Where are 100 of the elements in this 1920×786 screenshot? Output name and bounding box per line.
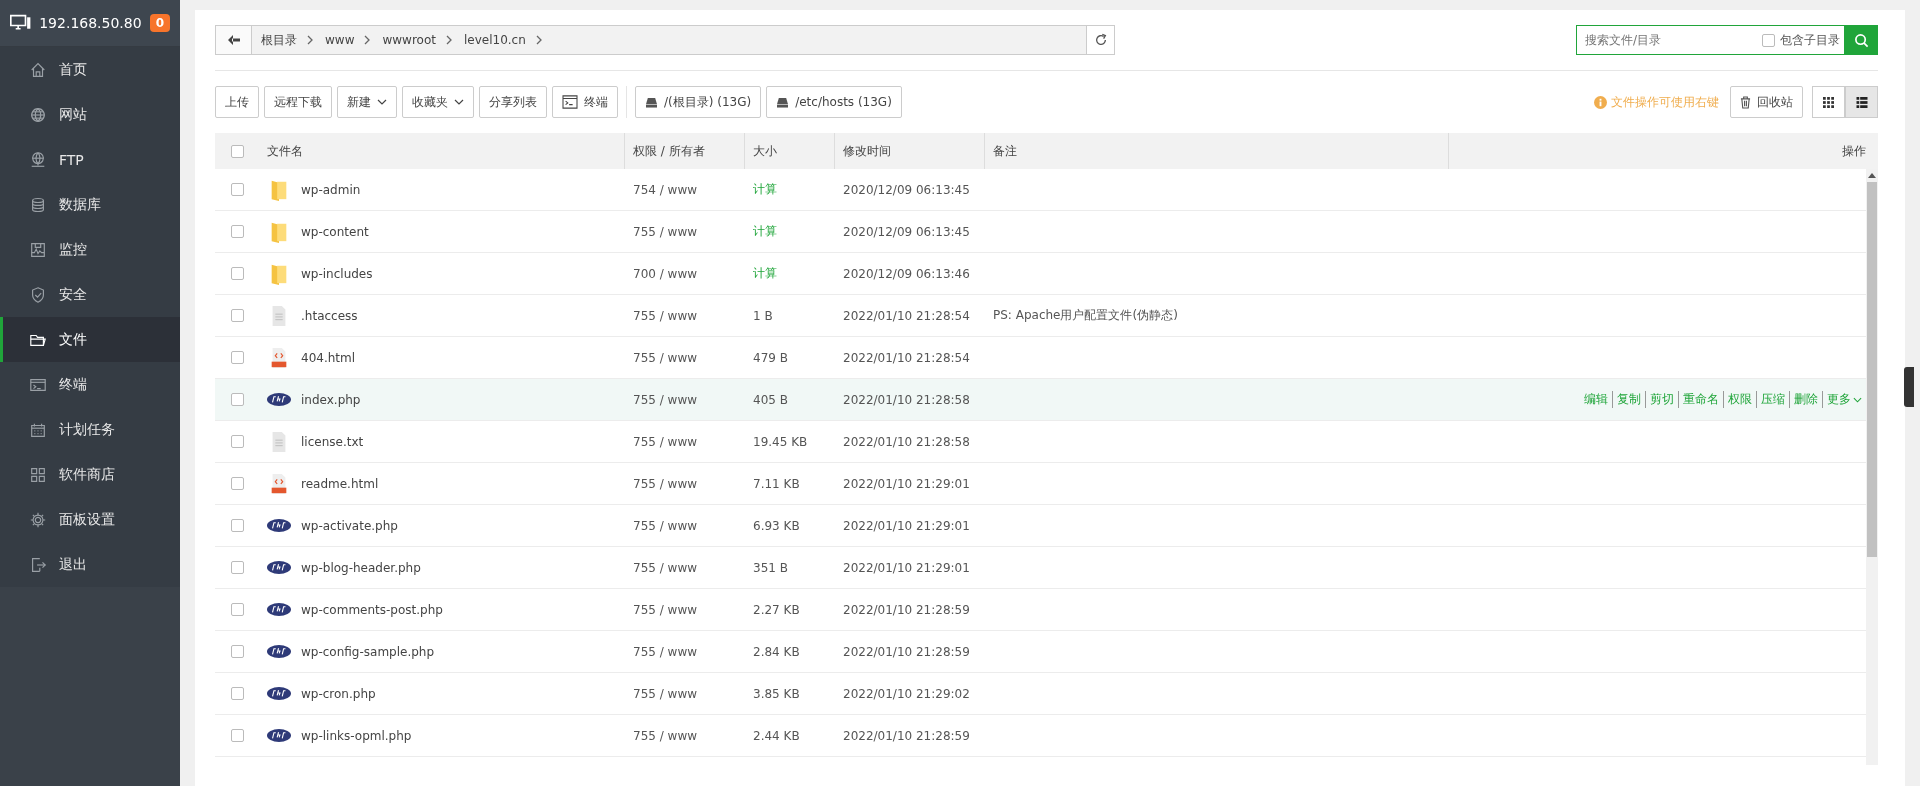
- size-cell: 1 B: [753, 308, 773, 323]
- refresh-button[interactable]: [1086, 26, 1114, 54]
- breadcrumb-link[interactable]: www: [325, 33, 355, 47]
- file-name[interactable]: wp-comments-post.php: [301, 602, 443, 617]
- scroll-up-arrow-icon[interactable]: [1868, 173, 1876, 178]
- size-cell: 2.84 KB: [753, 644, 800, 659]
- sidebar-item[interactable]: 网站: [0, 92, 180, 137]
- permission-cell[interactable]: 755 / www: [633, 392, 698, 407]
- column-header[interactable]: 大小: [753, 142, 777, 160]
- file-name[interactable]: wp-includes: [301, 266, 373, 281]
- sidebar-item[interactable]: 首页: [0, 47, 180, 92]
- sidebar-item[interactable]: 文件: [0, 317, 180, 362]
- sidebar-item[interactable]: 面板设置: [0, 497, 180, 542]
- column-header[interactable]: 修改时间: [843, 142, 891, 160]
- php-file-icon: [267, 729, 291, 742]
- permission-cell[interactable]: 755 / www: [633, 644, 698, 659]
- breadcrumb-link[interactable]: wwwroot: [382, 33, 436, 47]
- file-name[interactable]: wp-links-opml.php: [301, 728, 412, 743]
- toolbar-button[interactable]: 收藏夹: [402, 86, 474, 118]
- logout-icon: [29, 555, 47, 574]
- recycle-bin-button[interactable]: 回收站: [1730, 86, 1803, 118]
- sidebar-item[interactable]: 数据库: [0, 182, 180, 227]
- sidebar-item[interactable]: FTP: [0, 137, 180, 182]
- permission-cell[interactable]: 755 / www: [633, 728, 698, 743]
- permission-cell[interactable]: 754 / www: [633, 182, 698, 197]
- file-name[interactable]: wp-cron.php: [301, 686, 376, 701]
- sidebar-item[interactable]: 终端: [0, 362, 180, 407]
- toolbar-button[interactable]: 上传: [215, 86, 259, 118]
- permission-cell[interactable]: 755 / www: [633, 308, 698, 323]
- row-checkbox[interactable]: [230, 645, 244, 658]
- column-header[interactable]: 权限 / 所有者: [633, 142, 705, 160]
- sidebar-item[interactable]: 计划任务: [0, 407, 180, 452]
- sidebar-item[interactable]: 软件商店: [0, 452, 180, 497]
- row-checkbox[interactable]: [230, 309, 244, 322]
- permission-cell[interactable]: 755 / www: [633, 686, 698, 701]
- row-checkbox[interactable]: [230, 519, 244, 532]
- row-checkbox[interactable]: [230, 435, 244, 448]
- permission-cell[interactable]: 755 / www: [633, 560, 698, 575]
- row-checkbox[interactable]: [230, 183, 244, 196]
- permission-cell[interactable]: 755 / www: [633, 476, 698, 491]
- grid-view-button[interactable]: [1812, 86, 1845, 118]
- permission-cell[interactable]: 755 / www: [633, 350, 698, 365]
- checkbox[interactable]: [1762, 33, 1775, 47]
- toolbar-button[interactable]: 新建: [337, 86, 397, 118]
- disk-button[interactable]: /(根目录) (13G): [635, 86, 762, 118]
- row-checkbox[interactable]: [230, 351, 244, 364]
- breadcrumb-link[interactable]: level10.cn: [463, 33, 526, 47]
- permission-cell[interactable]: 755 / www: [633, 602, 698, 617]
- grid-icon: [1823, 96, 1834, 108]
- sidebar-item[interactable]: 安全: [0, 272, 180, 317]
- select-all-checkbox[interactable]: [230, 144, 244, 158]
- file-name[interactable]: .htaccess: [301, 308, 358, 323]
- php-file-icon: [267, 645, 291, 658]
- row-checkbox[interactable]: [230, 603, 244, 616]
- column-header[interactable]: 文件名: [267, 142, 303, 160]
- drive-icon: [645, 96, 658, 108]
- toolbar-button[interactable]: 远程下载: [264, 86, 332, 118]
- file-name[interactable]: wp-content: [301, 224, 369, 239]
- trash-icon: [1740, 95, 1751, 109]
- row-checkbox[interactable]: [230, 477, 244, 490]
- breadcrumb-link[interactable]: 根目录: [261, 31, 297, 49]
- column-header[interactable]: 备注: [993, 142, 1017, 160]
- permission-cell[interactable]: 700 / www: [633, 266, 698, 281]
- modified-time-cell: 2022/01/10 21:28:59: [843, 602, 970, 617]
- drive-icon: [776, 96, 790, 108]
- size-cell: 479 B: [753, 350, 788, 365]
- file-name[interactable]: wp-activate.php: [301, 518, 398, 533]
- size-cell: 2.44 KB: [753, 728, 800, 743]
- row-checkbox[interactable]: [230, 267, 244, 280]
- row-checkbox[interactable]: [230, 393, 244, 406]
- file-name[interactable]: wp-blog-header.php: [301, 560, 421, 575]
- file-name[interactable]: 404.html: [301, 350, 356, 365]
- note-cell[interactable]: PS: Apache用户配置文件(伪静态): [993, 307, 1178, 324]
- file-name[interactable]: wp-config-sample.php: [301, 644, 435, 659]
- permission-cell[interactable]: 755 / www: [633, 434, 698, 449]
- permission-cell[interactable]: 755 / www: [633, 224, 698, 239]
- sidebar-item[interactable]: 退出: [0, 542, 180, 587]
- row-checkbox[interactable]: [230, 225, 244, 238]
- toolbar-button[interactable]: 终端: [552, 86, 618, 118]
- sidebar-item[interactable]: 监控: [0, 227, 180, 272]
- search-button[interactable]: [1844, 25, 1878, 55]
- permission-cell[interactable]: 755 / www: [633, 518, 698, 533]
- toolbar-button[interactable]: 分享列表: [479, 86, 547, 118]
- checkbox-label: 包含子目录: [1780, 31, 1840, 49]
- list-view-button[interactable]: [1845, 86, 1878, 118]
- highlighted-row[interactable]: index.php 755 / www 405 B 2022/01/10 21:28:58 编辑 复制 剪切 重命名 权限 压缩 删除 更多: [215, 379, 1866, 421]
- file-name[interactable]: index.php: [301, 392, 361, 407]
- file-name[interactable]: license.txt: [301, 434, 364, 449]
- row-checkbox[interactable]: [230, 687, 244, 700]
- php-file-icon: [267, 603, 291, 616]
- row-checkbox[interactable]: [230, 729, 244, 742]
- scrollbar[interactable]: [1866, 169, 1878, 765]
- side-panel-handle[interactable]: [1904, 367, 1914, 407]
- back-button[interactable]: [216, 26, 252, 54]
- disk-button[interactable]: /etc/hosts (13G): [766, 86, 902, 118]
- file-name[interactable]: wp-admin: [301, 182, 361, 197]
- modified-time-cell: 2022/01/10 21:28:59: [843, 644, 970, 659]
- row-checkbox[interactable]: [230, 561, 244, 574]
- search-bar[interactable]: 搜索文件/目录 包含子目录: [1576, 25, 1878, 55]
- file-name[interactable]: readme.html: [301, 476, 379, 491]
